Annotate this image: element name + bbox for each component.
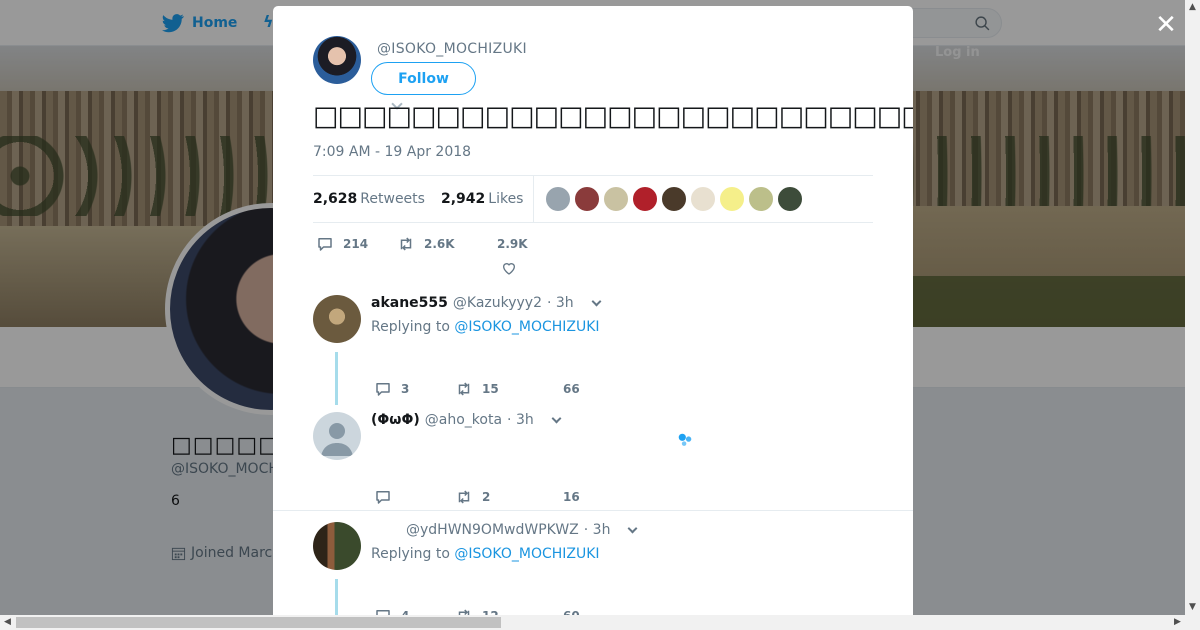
divider — [273, 510, 913, 511]
reply-header: @ydHWN9OMwdWPKWZ · 3h — [401, 522, 638, 538]
likers-avatars — [545, 186, 804, 212]
loading-spinner-icon — [678, 433, 692, 446]
reply-actions: 2 16 — [374, 488, 580, 506]
reply-tweet[interactable]: (ΦωΦ) @aho_kota · 3h 2 16 — [313, 412, 873, 510]
liker-avatar[interactable] — [661, 186, 688, 212]
tweet-stats: 2,628 Retweets 2,942 Likes — [313, 175, 873, 223]
reply-time[interactable]: · 3h — [507, 412, 534, 428]
liker-avatar[interactable] — [574, 186, 601, 212]
retweet-count: 2 — [482, 490, 491, 504]
retweet-icon — [400, 237, 412, 251]
thread-line — [335, 352, 338, 405]
likes-label: Likes — [488, 191, 524, 207]
tweet-author-handle[interactable]: @ISOKO_MOCHIZUKI — [377, 41, 527, 57]
like-button[interactable]: 66 — [563, 382, 580, 396]
reply-author-handle[interactable]: @aho_kota — [425, 412, 502, 428]
retweet-button[interactable]: 15 — [455, 380, 563, 398]
reply-button[interactable] — [374, 488, 455, 506]
scroll-left-arrow-icon[interactable]: ◀ — [0, 615, 15, 630]
liker-avatar[interactable] — [545, 186, 572, 212]
liker-avatar[interactable] — [777, 186, 804, 212]
liker-avatar[interactable] — [690, 186, 717, 212]
scroll-down-arrow-icon[interactable]: ▼ — [1185, 600, 1200, 615]
tweet-text: □□□□□□□□□□□□□□□□□□□□□□□□□□□□□□□□□□□□□□□□… — [313, 101, 913, 132]
reply-header: akane555 @Kazukyyy2 · 3h — [371, 295, 602, 311]
like-count: 66 — [563, 382, 580, 396]
reply-avatar[interactable] — [313, 412, 361, 460]
retweet-button[interactable]: 2 — [455, 488, 563, 506]
reply-count: 3 — [401, 382, 410, 396]
retweets-stat[interactable]: 2,628 Retweets — [313, 191, 425, 207]
reply-time[interactable]: · 3h — [547, 295, 574, 311]
retweets-count: 2,628 — [313, 191, 358, 207]
like-count: 2.9K — [497, 237, 528, 251]
heart-icon[interactable] — [501, 260, 517, 276]
scroll-right-arrow-icon[interactable]: ▶ — [1170, 615, 1185, 630]
reply-actions: 4 12 60 — [374, 607, 580, 615]
stats-divider — [533, 175, 535, 223]
reply-avatar[interactable] — [313, 295, 361, 343]
likes-stat[interactable]: 2,942 Likes — [441, 191, 524, 207]
reply-button[interactable]: 4 — [374, 607, 455, 615]
reply-count: 214 — [343, 237, 369, 251]
reply-author-name[interactable]: (ΦωΦ) — [371, 412, 420, 428]
replying-to-link[interactable]: @ISOKO_MOCHIZUKI — [454, 319, 599, 335]
retweet-icon — [458, 609, 470, 615]
retweet-icon — [458, 490, 470, 504]
retweets-label: Retweets — [360, 191, 425, 207]
reply-icon — [318, 238, 332, 251]
reply-tweet[interactable]: akane555 @Kazukyyy2 · 3h Replying to @IS… — [313, 295, 873, 405]
retweet-button[interactable]: 2.6K — [397, 235, 497, 253]
like-button[interactable]: 2.9K — [497, 237, 528, 251]
tweet-timestamp[interactable]: 7:09 AM - 19 Apr 2018 — [313, 144, 471, 160]
reply-author-name[interactable]: akane555 — [371, 295, 448, 311]
replying-to-link[interactable]: @ISOKO_MOCHIZUKI — [454, 546, 599, 562]
liker-avatar[interactable] — [719, 186, 746, 212]
default-avatar-icon — [321, 423, 353, 456]
reply-author-handle[interactable]: @Kazukyyy2 — [453, 295, 542, 311]
replying-prefix: Replying to — [371, 319, 450, 335]
retweet-icon — [458, 382, 470, 396]
reply-header: (ΦωΦ) @aho_kota · 3h — [371, 412, 562, 428]
reply-button[interactable]: 3 — [374, 380, 455, 398]
tweet-actions: 214 2.6K 2.9K — [316, 235, 528, 253]
reply-avatar[interactable] — [313, 522, 361, 570]
reply-author-handle[interactable]: @ydHWN9OMwdWPKWZ — [406, 522, 579, 538]
chevron-down-icon[interactable] — [628, 523, 638, 533]
scroll-up-arrow-icon[interactable]: ▲ — [1185, 0, 1200, 15]
reply-icon — [376, 610, 390, 615]
follow-button[interactable]: Follow — [371, 62, 476, 95]
horizontal-scroll-thumb[interactable] — [16, 617, 501, 628]
replying-prefix: Replying to — [371, 546, 450, 562]
reply-tweet[interactable]: @ydHWN9OMwdWPKWZ · 3h Replying to @ISOKO… — [313, 522, 873, 615]
retweet-count: 2.6K — [424, 237, 455, 251]
reply-icon — [376, 383, 390, 396]
vertical-scrollbar[interactable]: ▲ ▼ — [1185, 0, 1200, 615]
retweet-count: 15 — [482, 382, 499, 396]
replying-to: Replying to @ISOKO_MOCHIZUKI — [371, 319, 600, 335]
chevron-down-icon[interactable] — [591, 296, 602, 306]
close-icon[interactable]: ✕ — [1153, 12, 1179, 38]
liker-avatar[interactable] — [603, 186, 630, 212]
reply-button[interactable]: 214 — [316, 235, 397, 253]
thread-line — [335, 579, 338, 615]
chevron-down-icon[interactable] — [551, 413, 562, 423]
tweet-modal: @ISOKO_MOCHIZUKI Follow □□□□□□□□□□□□□□□□… — [273, 6, 913, 615]
liker-avatar[interactable] — [632, 186, 659, 212]
tweet-author-avatar[interactable] — [313, 36, 361, 84]
reply-time[interactable]: · 3h — [584, 522, 611, 538]
retweet-button[interactable]: 12 — [455, 607, 563, 615]
liker-avatar[interactable] — [748, 186, 775, 212]
like-button[interactable]: 16 — [563, 490, 580, 504]
like-count: 16 — [563, 490, 580, 504]
reply-icon — [376, 491, 390, 504]
reply-actions: 3 15 66 — [374, 380, 580, 398]
horizontal-scrollbar[interactable]: ◀ ▶ — [0, 615, 1200, 630]
replying-to: Replying to @ISOKO_MOCHIZUKI — [371, 546, 600, 562]
likes-count: 2,942 — [440, 191, 486, 207]
